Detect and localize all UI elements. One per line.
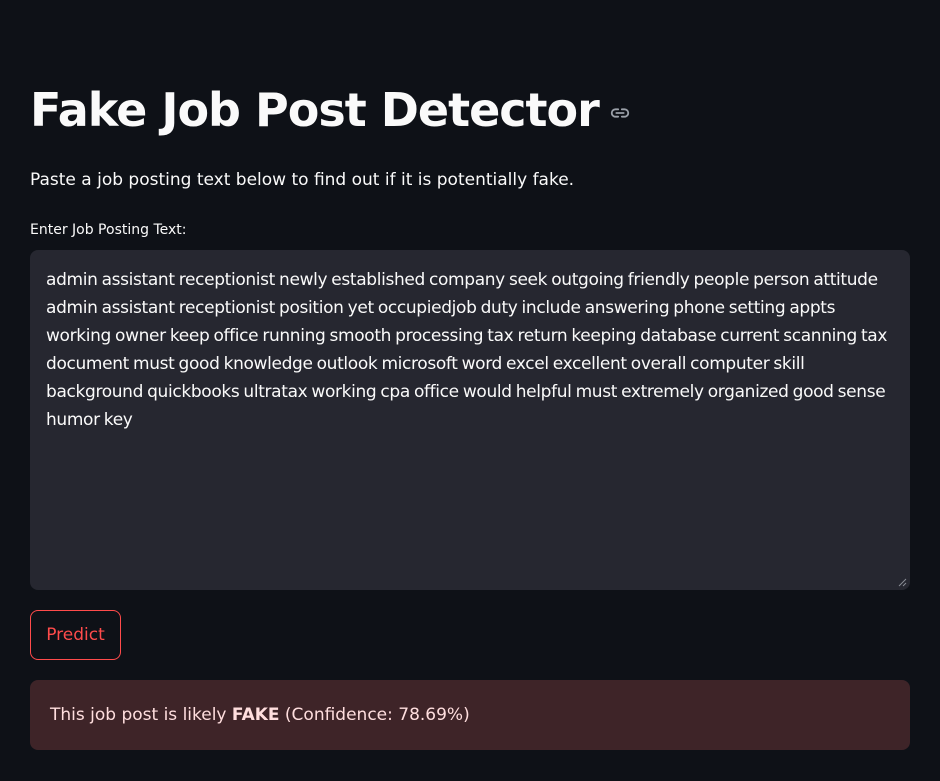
result-verdict: FAKE xyxy=(231,705,280,725)
result-alert: This job post is likely FAKE (Confidence… xyxy=(30,680,910,750)
link-icon[interactable] xyxy=(609,102,631,124)
result-suffix: (Confidence: 78.69%) xyxy=(279,705,470,725)
job-text-area[interactable]: admin assistant receptionist newly estab… xyxy=(30,250,910,590)
app-container: Fake Job Post Detector Paste a job posti… xyxy=(0,0,940,781)
job-text-label: Enter Job Posting Text: xyxy=(30,222,187,238)
predict-button[interactable]: Predict xyxy=(30,610,121,660)
title-row: Fake Job Post Detector xyxy=(30,78,631,142)
result-prefix: This job post is likely xyxy=(50,705,232,725)
intro-text: Paste a job posting text below to find o… xyxy=(30,170,575,190)
resize-handle-icon[interactable] xyxy=(898,578,907,587)
job-text-value[interactable]: admin assistant receptionist newly estab… xyxy=(30,250,910,590)
page-title: Fake Job Post Detector xyxy=(30,83,600,137)
